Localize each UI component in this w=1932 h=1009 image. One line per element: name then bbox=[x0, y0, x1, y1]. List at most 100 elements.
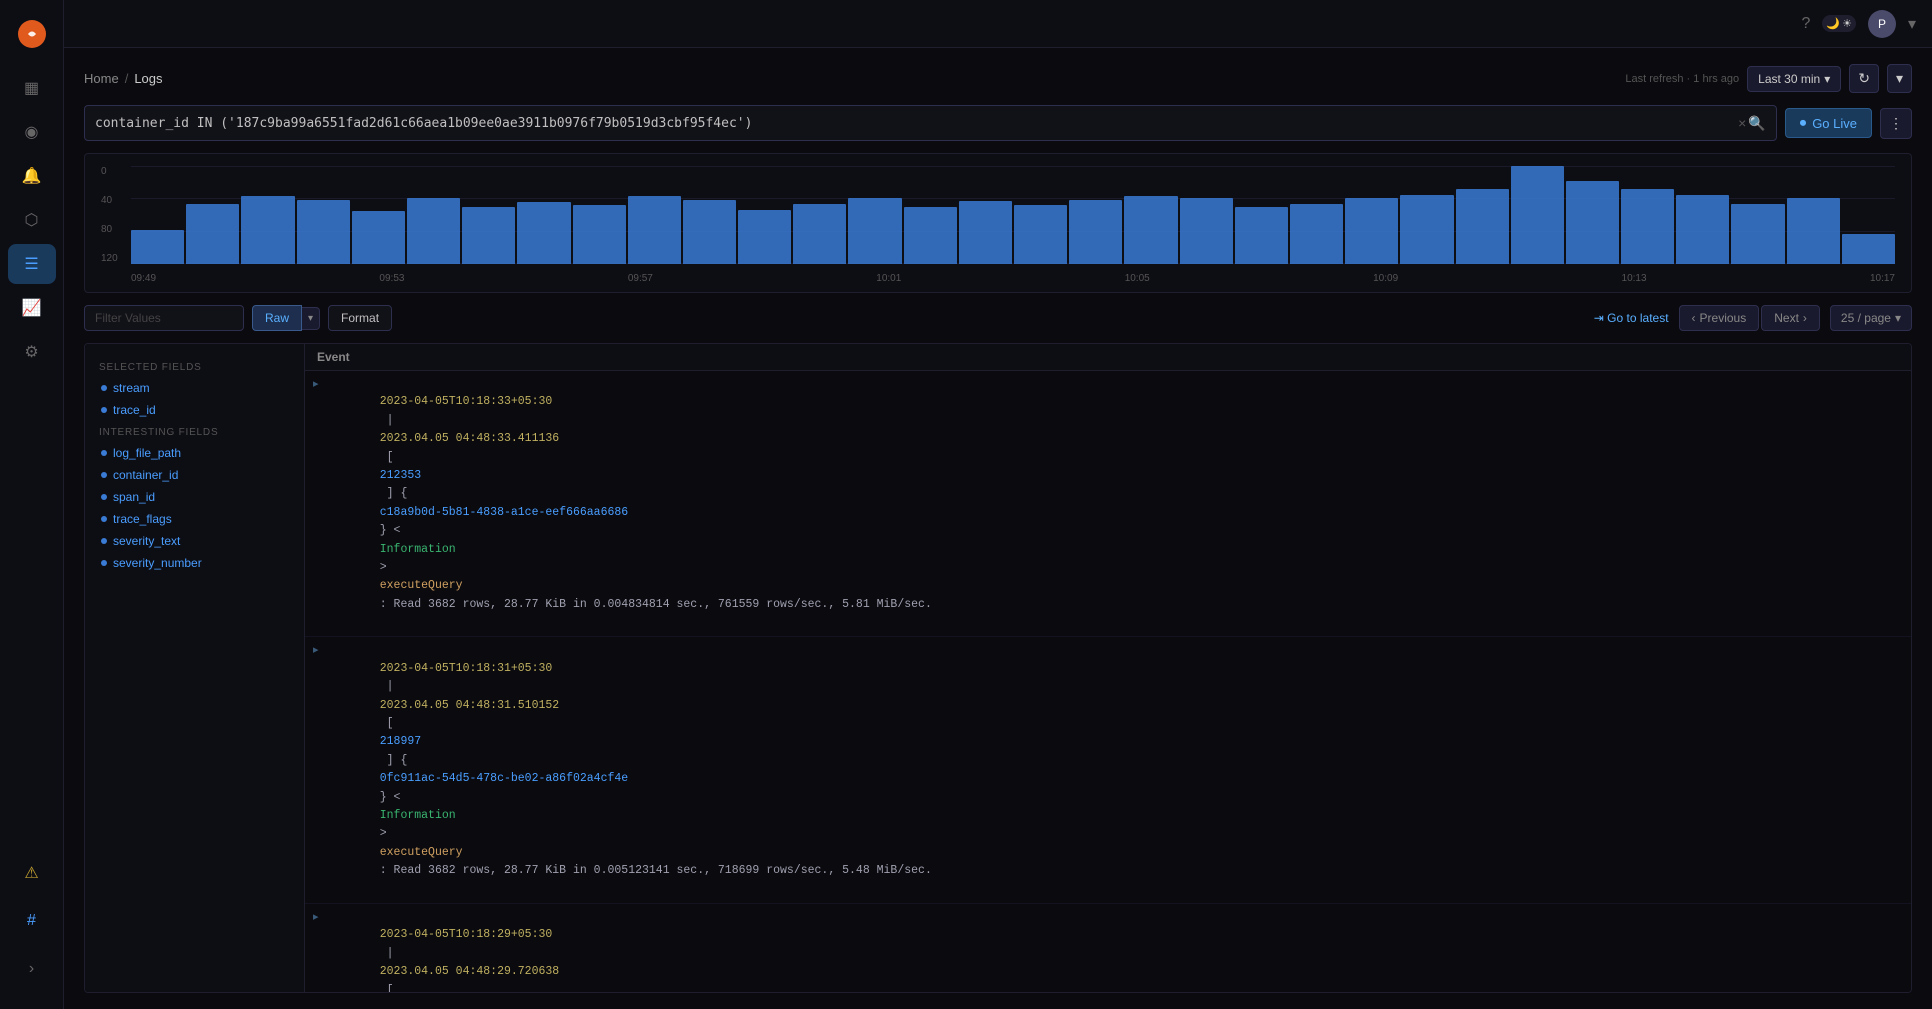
last-refresh-text: Last refresh · 1 hrs ago bbox=[1625, 73, 1739, 85]
chart-bar bbox=[738, 210, 791, 264]
page-size-button[interactable]: 25 / page ▾ bbox=[1830, 305, 1912, 331]
chart-bar bbox=[352, 211, 405, 264]
go-live-label: Go Live bbox=[1812, 116, 1857, 131]
field-severity-text[interactable]: severity_text bbox=[95, 530, 294, 552]
filter-values-input[interactable] bbox=[84, 305, 244, 331]
theme-toggle[interactable]: 🌙 ☀ bbox=[1822, 15, 1856, 32]
sidebar-item-warning[interactable]: ⚠ bbox=[8, 853, 56, 893]
chart-bar bbox=[241, 196, 294, 264]
log-entries-panel: Event ▸ 2023-04-05T10:18:33+05:30 | 2023… bbox=[305, 344, 1911, 992]
analytics-icon: 📈 bbox=[22, 298, 42, 318]
logo-icon bbox=[18, 20, 46, 48]
more-options-button[interactable]: ⋮ bbox=[1880, 108, 1912, 139]
sidebar-item-dashboard[interactable]: ▦ bbox=[8, 68, 56, 108]
chart-bar bbox=[1787, 198, 1840, 264]
go-to-latest-button[interactable]: ⇥ Go to latest bbox=[1594, 311, 1669, 325]
interesting-fields-title: INTERESTING FIELDS bbox=[95, 421, 294, 442]
page-content: Home / Logs Last refresh · 1 hrs ago Las… bbox=[64, 48, 1932, 1009]
chart-bar bbox=[1345, 198, 1398, 264]
view-toggle: Raw ▾ bbox=[252, 305, 320, 331]
search-icon[interactable]: 🔍 bbox=[1748, 115, 1765, 132]
logo[interactable] bbox=[0, 12, 63, 64]
breadcrumb-home[interactable]: Home bbox=[84, 71, 119, 86]
chart-x-labels: 09:49 09:53 09:57 10:01 10:05 10:09 10:1… bbox=[131, 269, 1895, 284]
field-log-file-path[interactable]: log_file_path bbox=[95, 442, 294, 464]
field-stream[interactable]: stream bbox=[95, 377, 294, 399]
settings-icon: ⚙ bbox=[24, 342, 38, 362]
next-label: Next bbox=[1774, 311, 1799, 325]
sidebar-item-analytics[interactable]: 📈 bbox=[8, 288, 56, 328]
chart-bar bbox=[1400, 195, 1453, 264]
field-severity-number[interactable]: severity_number bbox=[95, 552, 294, 574]
log-expand-icon[interactable]: ▸ bbox=[313, 377, 319, 390]
chart-bar bbox=[1842, 234, 1895, 264]
chart-bars bbox=[131, 166, 1895, 264]
previous-button[interactable]: ‹ Previous bbox=[1679, 305, 1760, 331]
selected-fields-title: SELECTED FIELDS bbox=[95, 356, 294, 377]
chart-bar bbox=[186, 204, 239, 264]
format-button[interactable]: Format bbox=[328, 305, 392, 331]
topbar-right: ? 🌙 ☀ P ▾ bbox=[1801, 10, 1916, 38]
refresh-button[interactable]: ↻ bbox=[1849, 64, 1879, 93]
breadcrumb: Home / Logs Last refresh · 1 hrs ago Las… bbox=[84, 64, 1912, 93]
log-expand-icon[interactable]: ▸ bbox=[313, 643, 319, 656]
logs-panel: SELECTED FIELDS stream trace_id INTEREST… bbox=[84, 343, 1912, 993]
log-controls-left: Raw ▾ Format bbox=[84, 305, 392, 331]
search-input[interactable] bbox=[95, 116, 1736, 131]
time-range-button[interactable]: Last 30 min ▾ bbox=[1747, 66, 1841, 92]
sidebar-item-slack[interactable]: # bbox=[8, 901, 56, 941]
chart-bar bbox=[517, 202, 570, 264]
chart-bar bbox=[628, 196, 681, 264]
go-live-icon: ⏺ bbox=[1800, 115, 1807, 131]
field-trace-flags[interactable]: trace_flags bbox=[95, 508, 294, 530]
log-controls: Raw ▾ Format ⇥ Go to latest ‹ Previous N… bbox=[84, 305, 1912, 331]
sidebar-item-alerts[interactable]: 🔔 bbox=[8, 156, 56, 196]
log-entry[interactable]: ▸ 2023-04-05T10:18:33+05:30 | 2023.04.05… bbox=[305, 371, 1911, 637]
search-input-wrap[interactable]: × 🔍 bbox=[84, 105, 1777, 141]
time-controls: Last refresh · 1 hrs ago Last 30 min ▾ ↻… bbox=[1625, 64, 1912, 93]
sidebar-bottom: ⚠ # › bbox=[8, 853, 56, 997]
chart-bar bbox=[848, 198, 901, 264]
chart-bar bbox=[959, 201, 1012, 264]
search-clear-icon[interactable]: × bbox=[1736, 113, 1748, 133]
chart-bar bbox=[1014, 205, 1067, 264]
help-icon[interactable]: ? bbox=[1801, 15, 1810, 33]
chart-bar bbox=[462, 207, 515, 264]
avatar[interactable]: P bbox=[1868, 10, 1896, 38]
sidebar-item-services[interactable]: ⬡ bbox=[8, 200, 56, 240]
log-expand-icon[interactable]: ▸ bbox=[313, 910, 319, 923]
chart-bar bbox=[407, 198, 460, 264]
page-size-label: 25 / page bbox=[1841, 311, 1891, 325]
raw-dropdown-button[interactable]: ▾ bbox=[302, 307, 320, 330]
breadcrumb-current: Logs bbox=[134, 71, 162, 86]
chart-bar bbox=[1566, 181, 1619, 264]
chart-bar bbox=[1180, 198, 1233, 264]
field-container-id[interactable]: container_id bbox=[95, 464, 294, 486]
log-entry[interactable]: ▸ 2023-04-05T10:18:31+05:30 | 2023.04.05… bbox=[305, 637, 1911, 903]
chart-bar bbox=[1456, 189, 1509, 264]
log-entry[interactable]: ▸ 2023-04-05T10:18:29+05:30 | 2023.04.05… bbox=[305, 904, 1911, 992]
log-histogram: 120 80 40 0 09:49 09:5 bbox=[84, 153, 1912, 293]
sidebar-item-settings[interactable]: ⚙ bbox=[8, 332, 56, 372]
chart-bar bbox=[1731, 204, 1784, 264]
field-trace-id[interactable]: trace_id bbox=[95, 399, 294, 421]
log-content: 2023-04-05T10:18:29+05:30 | 2023.04.05 0… bbox=[325, 908, 1899, 992]
chart-bar bbox=[297, 200, 350, 264]
chart-bar bbox=[131, 230, 184, 264]
sidebar-item-logs[interactable]: ☰ bbox=[8, 244, 56, 284]
next-button[interactable]: Next › bbox=[1761, 305, 1820, 331]
chart-bar bbox=[573, 205, 626, 264]
go-live-button[interactable]: ⏺ Go Live bbox=[1785, 108, 1872, 138]
raw-view-button[interactable]: Raw bbox=[252, 305, 302, 331]
field-span-id[interactable]: span_id bbox=[95, 486, 294, 508]
services-icon: ⬡ bbox=[25, 210, 39, 230]
explorer-icon: ◉ bbox=[25, 122, 39, 142]
main-content: ? 🌙 ☀ P ▾ Home / Logs Last refresh · 1 h… bbox=[64, 0, 1932, 1009]
sidebar-item-explorer[interactable]: ◉ bbox=[8, 112, 56, 152]
user-menu-icon[interactable]: ▾ bbox=[1908, 14, 1916, 34]
log-content: 2023-04-05T10:18:31+05:30 | 2023.04.05 0… bbox=[325, 641, 1899, 898]
log-table-header: Event bbox=[305, 344, 1911, 371]
sidebar-item-expand[interactable]: › bbox=[8, 949, 56, 989]
breadcrumb-separator: / bbox=[125, 71, 129, 86]
time-expand-button[interactable]: ▾ bbox=[1887, 64, 1912, 93]
